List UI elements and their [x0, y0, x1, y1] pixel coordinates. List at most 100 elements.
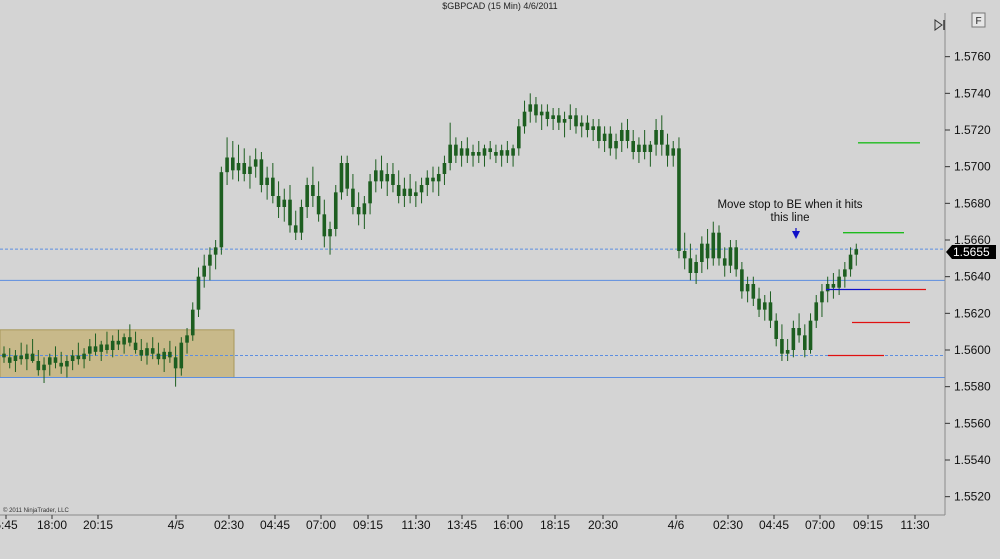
- candle-body: [854, 249, 859, 255]
- candle-body: [648, 144, 653, 152]
- candle: [614, 133, 618, 160]
- candle-body: [517, 126, 521, 149]
- y-tick-label: 1.5520: [954, 490, 991, 504]
- candle-body: [82, 353, 86, 360]
- candle-body: [105, 344, 109, 350]
- candle-body: [848, 254, 853, 270]
- y-tick-label: 1.5560: [954, 416, 991, 430]
- candle: [734, 240, 738, 277]
- candle: [654, 119, 658, 156]
- candle-body: [734, 247, 738, 270]
- candle-body: [625, 130, 630, 141]
- candle: [305, 177, 309, 218]
- candle: [631, 130, 635, 160]
- candle-body: [242, 163, 247, 174]
- x-tick-label: 4/5: [168, 518, 185, 532]
- candle: [814, 295, 819, 328]
- x-tick-label: 20:30: [588, 518, 618, 532]
- candle: [705, 229, 710, 270]
- candle-body: [837, 276, 841, 288]
- candle: [213, 240, 218, 270]
- candle-body: [173, 357, 178, 369]
- last-price-label: 1.5655: [946, 245, 996, 259]
- candle-body: [700, 243, 704, 262]
- candle: [442, 155, 447, 185]
- candle-body: [803, 335, 807, 350]
- last-price-text: 1.5655: [953, 245, 990, 259]
- candle: [597, 119, 601, 149]
- candle-body: [396, 185, 401, 196]
- f-button[interactable]: F: [971, 12, 986, 28]
- candle: [517, 119, 521, 156]
- candle: [276, 181, 281, 218]
- x-tick-label: 13:45: [447, 518, 477, 532]
- candle: [396, 170, 401, 204]
- x-tick-label: 02:30: [214, 518, 244, 532]
- candle-body: [602, 133, 607, 141]
- x-tick-label: 18:15: [540, 518, 570, 532]
- candle-body: [311, 185, 315, 196]
- y-tick-label: 1.5600: [954, 343, 991, 357]
- candle-body: [150, 348, 155, 354]
- candle: [831, 273, 836, 299]
- candle-body: [677, 148, 681, 251]
- candle-body: [25, 353, 29, 360]
- candle: [488, 141, 492, 160]
- candle-body: [425, 177, 430, 185]
- candle-body: [345, 163, 349, 189]
- candle-body: [682, 251, 687, 259]
- candle-body: [99, 344, 104, 352]
- candle-body: [225, 157, 229, 173]
- candle-body: [368, 181, 372, 204]
- candle: [271, 163, 275, 204]
- candle-body: [671, 148, 676, 156]
- candle-body: [454, 144, 458, 156]
- y-tick-label: 1.5580: [954, 380, 991, 394]
- candle-body: [545, 111, 550, 119]
- candle: [671, 141, 676, 167]
- candle-body: [614, 141, 618, 149]
- candle: [316, 181, 321, 222]
- candle: [288, 185, 292, 233]
- candle-body: [374, 170, 378, 182]
- f-button-label: F: [975, 16, 981, 27]
- candle-body: [419, 185, 424, 193]
- x-tick-label: 09:15: [353, 518, 383, 532]
- candle-body: [488, 148, 492, 152]
- candle-body: [814, 302, 819, 321]
- candle-body: [797, 328, 801, 336]
- candle: [625, 119, 630, 149]
- candle: [339, 155, 344, 200]
- candle-body: [316, 196, 321, 215]
- candle-body: [88, 346, 92, 354]
- candle-body: [213, 247, 218, 255]
- candle-body: [728, 247, 733, 266]
- x-tick-label: 07:00: [306, 518, 336, 532]
- candle-body: [299, 207, 304, 233]
- candle-body: [808, 320, 813, 350]
- candle-body: [65, 361, 69, 367]
- candle-body: [631, 141, 635, 152]
- candle-body: [19, 355, 23, 360]
- candle-body: [236, 163, 241, 171]
- candle-body: [574, 115, 578, 127]
- candle: [665, 133, 670, 167]
- candle-body: [328, 229, 332, 237]
- x-tick-label: 4/6: [668, 518, 685, 532]
- candle: [768, 291, 773, 328]
- candle-body: [740, 269, 744, 292]
- candle-body: [579, 122, 584, 127]
- play-to-end-button[interactable]: [934, 19, 945, 31]
- candle-body: [619, 130, 624, 141]
- candle: [202, 254, 206, 288]
- candle: [499, 144, 504, 167]
- price-chart[interactable]: Move stop to BE when it hits this line 1…: [0, 0, 1000, 559]
- candle: [391, 163, 395, 193]
- x-tick-label: 20:15: [83, 518, 113, 532]
- candle-body: [2, 353, 6, 358]
- candle-body: [322, 214, 327, 237]
- candle: [511, 144, 515, 167]
- candle-body: [208, 254, 212, 266]
- candle-body: [282, 199, 287, 207]
- candle: [242, 148, 247, 182]
